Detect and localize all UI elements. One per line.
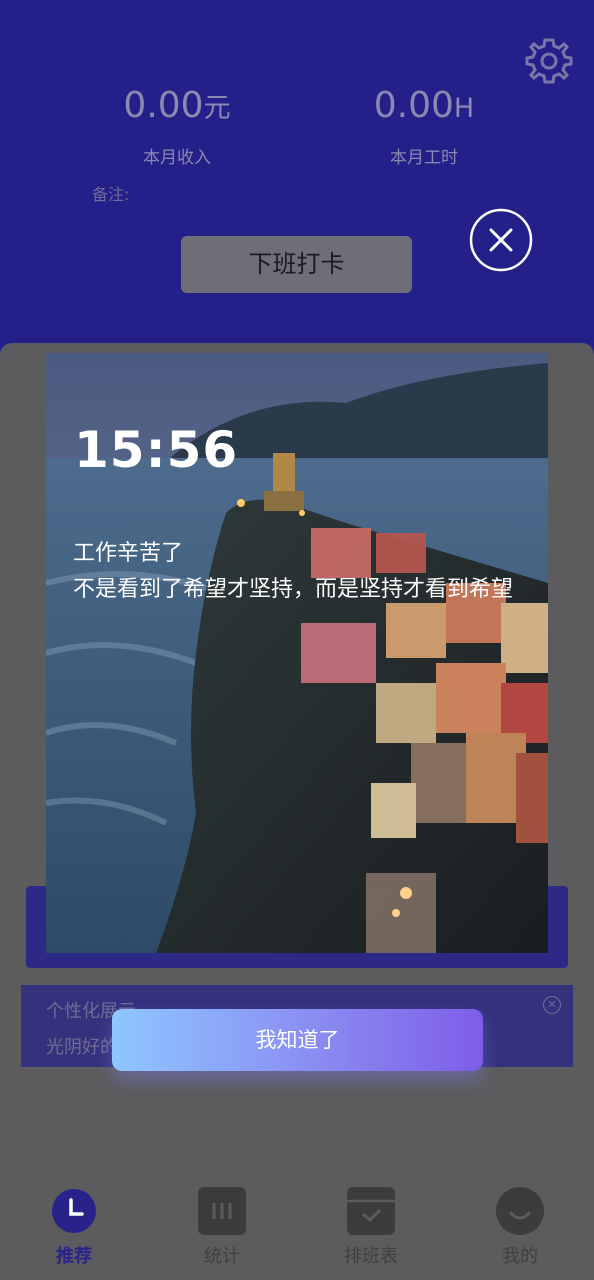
clock-icon <box>49 1186 99 1236</box>
hours-value: 0.00H <box>373 85 475 126</box>
tab-recommend[interactable]: 推荐 <box>19 1186 129 1268</box>
popup-message-line2: 不是看到了希望才坚持，而是坚持才看到希望 <box>73 577 514 602</box>
popup-message: 工作辛苦了 不是看到了希望才坚持，而是坚持才看到希望 <box>73 536 523 608</box>
confirm-button[interactable]: 我知道了 <box>112 1009 483 1071</box>
tab-mine-label: 我的 <box>502 1246 538 1267</box>
banner-close-icon[interactable]: ✕ <box>543 996 561 1014</box>
income-label: 本月收入 <box>143 148 211 168</box>
settings-gear-icon[interactable] <box>524 36 574 86</box>
clock-out-button[interactable]: 下班打卡 <box>181 236 412 293</box>
banner-subtitle: 光阴好的 <box>46 1037 118 1058</box>
tab-recommend-label: 推荐 <box>56 1246 92 1267</box>
income-stat: 0.00元 本月收入 <box>77 85 277 169</box>
tab-schedule[interactable]: 排班表 <box>316 1186 426 1268</box>
greeting-popup: 15:56 工作辛苦了 不是看到了希望才坚持，而是坚持才看到希望 <box>46 353 548 953</box>
header-panel: 0.00元 本月收入 0.00H 本月工时 备注: 下班打卡 <box>0 0 594 360</box>
close-popup-icon[interactable] <box>469 208 533 272</box>
popup-message-line1: 工作辛苦了 <box>73 541 184 566</box>
profile-smile-icon <box>495 1186 545 1236</box>
bottom-tab-bar: 推荐 统计 排班表 我的 <box>0 1180 594 1280</box>
tab-mine[interactable]: 我的 <box>465 1186 575 1268</box>
chart-icon <box>197 1186 247 1236</box>
tab-schedule-label: 排班表 <box>344 1246 398 1267</box>
tab-statistics-label: 统计 <box>204 1246 240 1267</box>
hours-label: 本月工时 <box>390 148 458 168</box>
tab-statistics[interactable]: 统计 <box>167 1186 277 1268</box>
hours-stat: 0.00H 本月工时 <box>324 85 524 169</box>
note-label: 备注: <box>92 185 130 204</box>
calendar-icon <box>346 1186 396 1236</box>
income-value: 0.00元 <box>123 85 231 126</box>
popup-time: 15:56 <box>74 421 239 479</box>
